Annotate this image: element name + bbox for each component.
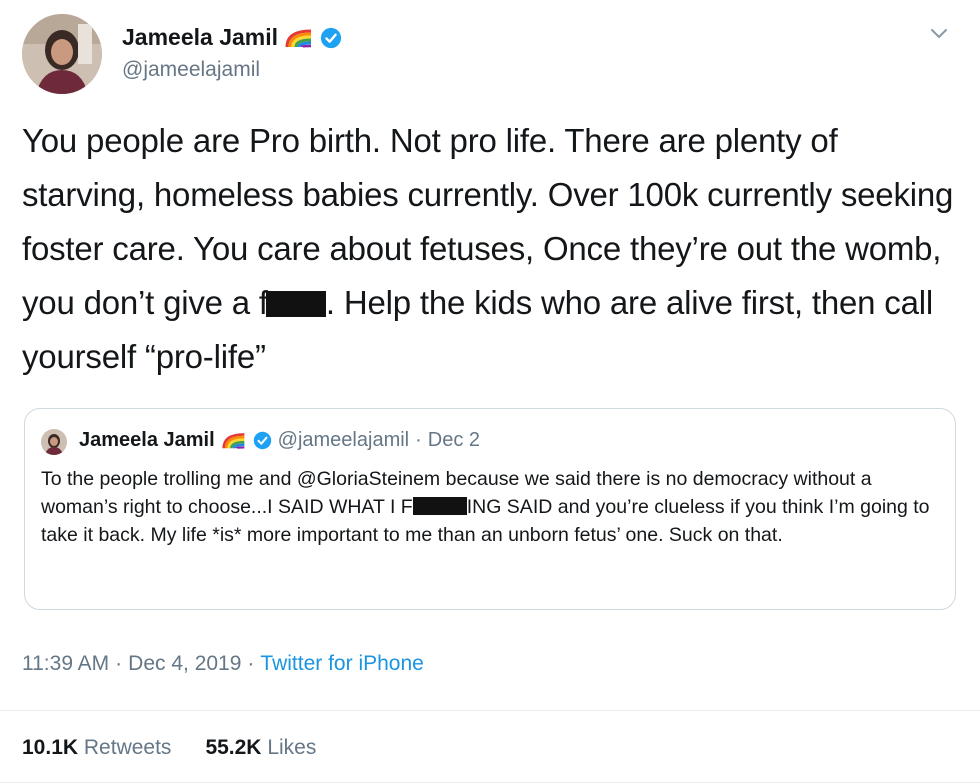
likes-count: 55.2K <box>205 736 262 759</box>
censor-bar <box>265 291 326 317</box>
tweet-text: You people are Pro birth. Not pro life. … <box>22 114 962 384</box>
quoted-text: To the people trolling me and @GloriaSte… <box>41 465 941 549</box>
quoted-author-name: Jameela Jamil <box>79 429 215 451</box>
chevron-down-icon[interactable] <box>928 26 950 42</box>
author-name[interactable]: Jameela Jamil <box>122 24 278 51</box>
tweet-time[interactable]: 11:39 AM <box>22 652 109 676</box>
quoted-author-avatar <box>41 429 67 455</box>
author-avatar[interactable] <box>22 14 102 94</box>
avatar-image <box>22 14 102 94</box>
divider <box>0 710 980 711</box>
rainbow-flag-icon <box>221 433 245 450</box>
author-handle[interactable]: @jameelajamil <box>122 58 260 82</box>
quoted-date: Dec 2 <box>427 429 481 451</box>
retweets-stat[interactable]: 10.1K Retweets <box>22 736 171 760</box>
retweets-label: Retweets <box>83 736 172 759</box>
likes-label: Likes <box>267 736 317 759</box>
tweet-date[interactable]: Dec 4, 2019 <box>128 652 241 676</box>
censor-bar <box>412 497 467 515</box>
quoted-author-handle: @jameelajamil <box>277 429 410 451</box>
quoted-tweet[interactable]: Jameela Jamil @jameelajamil · Dec 2 To t… <box>24 408 956 610</box>
tweet-stats: 10.1K Retweets 55.2K Likes <box>22 736 316 760</box>
verified-badge-icon <box>320 27 342 48</box>
divider <box>0 782 980 783</box>
tweet-source-link[interactable]: Twitter for iPhone <box>260 652 423 676</box>
rainbow-flag-icon <box>285 29 312 48</box>
quoted-header: Jameela Jamil @jameelajamil · Dec 2 <box>79 429 480 452</box>
quoted-separator: · <box>415 429 422 451</box>
meta-separator: · <box>247 652 255 675</box>
author-name-row[interactable]: Jameela Jamil <box>122 24 342 51</box>
likes-stat[interactable]: 55.2K Likes <box>205 736 316 760</box>
meta-separator: · <box>115 652 123 675</box>
tweet-card: Jameela Jamil @jameelajamil You people a… <box>0 0 980 784</box>
quoted-avatar-image <box>41 429 67 455</box>
tweet-meta: 11:39 AM · Dec 4, 2019 · Twitter for iPh… <box>22 652 424 676</box>
verified-badge-icon <box>253 431 271 450</box>
retweets-count: 10.1K <box>22 736 79 759</box>
